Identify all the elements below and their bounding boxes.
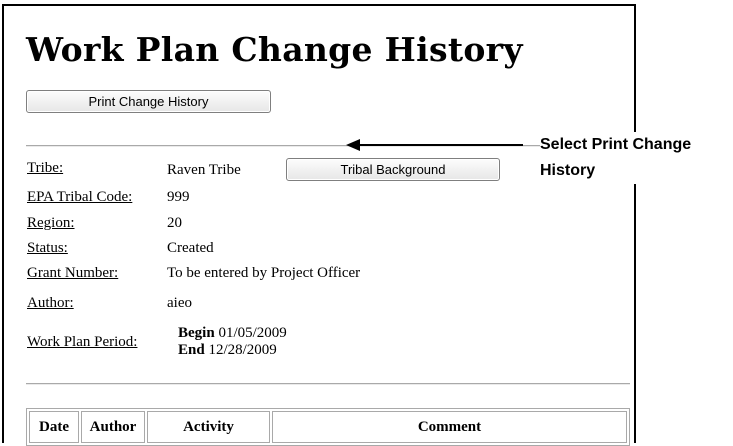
author-value: aieo xyxy=(167,295,192,311)
region-label: Region: xyxy=(27,215,75,231)
begin-date: 01/05/2009 xyxy=(218,325,287,341)
column-header-date: Date xyxy=(29,411,79,443)
end-date: 12/28/2009 xyxy=(208,342,277,358)
work-plan-window xyxy=(2,4,636,443)
page-title: Work Plan Change History xyxy=(26,30,523,69)
column-header-activity: Activity xyxy=(147,411,270,443)
table-header-row: Date Author Activity Comment xyxy=(29,411,627,443)
tribal-background-button[interactable]: Tribal Background xyxy=(286,158,500,181)
grant-number-label: Grant Number: xyxy=(27,265,119,281)
change-history-table: Date Author Activity Comment xyxy=(26,408,630,446)
begin-label: Begin xyxy=(178,325,215,341)
print-change-history-button[interactable]: Print Change History xyxy=(26,90,271,113)
author-label: Author: xyxy=(27,295,74,311)
work-plan-end: End 12/28/2009 xyxy=(178,342,277,359)
region-value: 20 xyxy=(167,215,182,231)
callout-line-2: History xyxy=(540,162,596,179)
tribe-label: Tribe: xyxy=(27,160,64,176)
status-label: Status: xyxy=(27,240,68,256)
work-plan-period-label: Work Plan Period: xyxy=(27,334,138,350)
epa-tribal-code-label: EPA Tribal Code: xyxy=(27,189,133,205)
tribe-value: Raven Tribe xyxy=(167,162,241,178)
callout-line-1: Select Print Change xyxy=(540,136,692,153)
divider xyxy=(26,383,630,385)
status-value: Created xyxy=(167,240,214,256)
column-header-author: Author xyxy=(81,411,145,443)
epa-tribal-code-value: 999 xyxy=(167,189,190,205)
grant-number-value: To be entered by Project Officer xyxy=(167,265,361,281)
annotation-callout: Select Print Change History xyxy=(540,132,730,184)
work-plan-begin: Begin 01/05/2009 xyxy=(178,325,287,342)
end-label: End xyxy=(178,342,205,358)
column-header-comment: Comment xyxy=(272,411,627,443)
arrow-line xyxy=(358,144,523,146)
